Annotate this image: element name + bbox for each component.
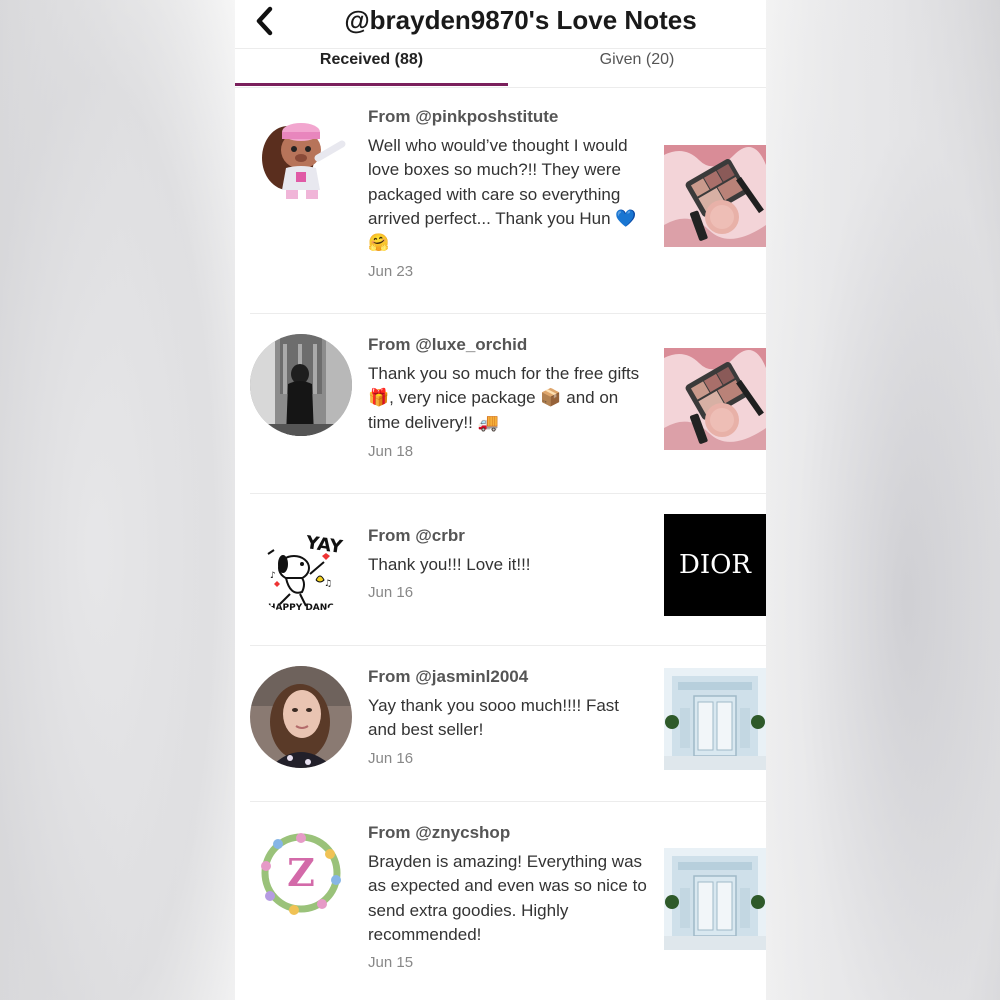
note-message: Brayden is amazing! Everything was as ex… <box>368 852 647 944</box>
background-right <box>766 0 1000 1000</box>
product-thumbnail[interactable] <box>664 145 766 247</box>
avatar[interactable]: YAY ♪ ♫ HAPPY DANCE <box>250 514 352 616</box>
tab-bar: Received (88) Given (20) <box>235 48 766 88</box>
product-thumbnail[interactable] <box>664 668 766 770</box>
avatar-happy-dance-text: HAPPY DANCE <box>268 603 340 613</box>
note-message: Well who would’ve thought I would love b… <box>368 136 637 253</box>
page-title: @brayden9870's Love Notes <box>344 5 697 35</box>
love-note: Z From @znycshop Brayden is amazing! Eve… <box>250 816 766 996</box>
note-date: Jun 16 <box>368 750 414 767</box>
note-message: Thank you!!! Love it!!! <box>368 555 531 574</box>
svg-text:♫: ♫ <box>324 579 332 589</box>
back-button[interactable] <box>245 2 285 42</box>
app-screen: @brayden9870's Love Notes Received (88) … <box>235 0 766 1000</box>
note-author[interactable]: From @pinkposhstitute <box>368 107 558 127</box>
love-note: YAY ♪ ♫ HAPPY DANCE From @crbr Thank you… <box>250 512 766 642</box>
divider <box>250 645 766 646</box>
divider <box>250 313 766 314</box>
tab-given[interactable]: Given (20) <box>508 49 766 85</box>
divider <box>250 493 766 494</box>
chevron-left-icon <box>256 6 273 36</box>
svg-text:♪: ♪ <box>270 571 276 581</box>
note-message: Yay thank you sooo much!!!! Fast and bes… <box>368 696 620 740</box>
note-message: Thank you so much for the free gifts 🎁, … <box>368 364 640 432</box>
love-note: From @pinkposhstitute Well who would’ve … <box>250 100 766 310</box>
header: @brayden9870's Love Notes <box>235 0 766 48</box>
background-left <box>0 0 235 1000</box>
note-author[interactable]: From @jasminl2004 <box>368 667 528 687</box>
note-author[interactable]: From @znycshop <box>368 823 510 843</box>
avatar[interactable] <box>250 108 352 210</box>
note-date: Jun 23 <box>368 263 414 280</box>
divider <box>250 801 766 802</box>
note-date: Jun 15 <box>368 954 414 971</box>
tab-received[interactable]: Received (88) <box>235 49 508 85</box>
note-date: Jun 16 <box>368 584 414 601</box>
love-note: From @luxe_orchid Thank you so much for … <box>250 330 766 490</box>
product-thumbnail[interactable] <box>664 348 766 450</box>
dior-logo: DIOR <box>678 550 751 580</box>
avatar[interactable] <box>250 666 352 768</box>
love-note: From @jasminl2004 Yay thank you sooo muc… <box>250 660 766 800</box>
note-date: Jun 18 <box>368 443 414 460</box>
avatar[interactable]: Z <box>250 822 352 924</box>
product-thumbnail[interactable] <box>664 848 766 950</box>
note-author[interactable]: From @crbr <box>368 526 465 546</box>
avatar-letter: Z <box>287 850 315 895</box>
product-thumbnail[interactable]: DIOR <box>664 514 766 616</box>
avatar[interactable] <box>250 334 352 436</box>
active-tab-indicator <box>235 83 508 86</box>
note-author[interactable]: From @luxe_orchid <box>368 335 527 355</box>
